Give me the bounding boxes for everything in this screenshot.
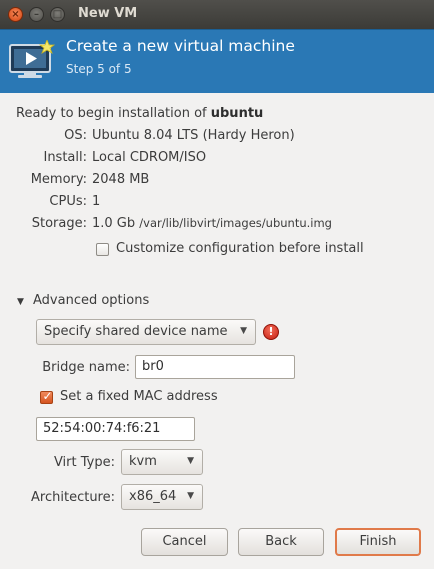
os-label: OS: xyxy=(64,128,87,143)
storage-size: 1.0 Gb xyxy=(92,216,136,231)
close-icon: × xyxy=(11,9,20,20)
memory-label: Memory: xyxy=(30,172,87,187)
os-value: Ubuntu 8.04 LTS (Hardy Heron) xyxy=(92,128,295,143)
chevron-down-icon: ▼ xyxy=(187,491,194,501)
virt-type-select[interactable]: kvm ▼ xyxy=(121,449,203,475)
customize-label[interactable]: Customize configuration before install xyxy=(116,241,364,256)
cancel-button[interactable]: Cancel xyxy=(141,528,228,556)
window-title: New VM xyxy=(78,6,138,21)
network-source-select[interactable]: Specify shared device name ▼ xyxy=(36,319,256,345)
vm-name: ubuntu xyxy=(210,106,264,121)
install-value: Local CDROM/ISO xyxy=(92,150,207,165)
storage-path: /var/lib/libvirt/images/ubuntu.img xyxy=(139,216,332,230)
chevron-down-icon: ▼ xyxy=(240,326,247,336)
customize-checkbox[interactable] xyxy=(96,243,109,256)
back-button[interactable]: Back xyxy=(238,528,324,556)
architecture-label: Architecture: xyxy=(31,490,115,505)
install-label: Install: xyxy=(43,150,87,165)
error-icon: ! xyxy=(263,324,279,340)
architecture-value: x86_64 xyxy=(129,489,177,504)
storage-label: Storage: xyxy=(31,216,87,231)
minimize-icon: – xyxy=(34,9,39,20)
fixed-mac-checkbox[interactable]: ✓ xyxy=(40,389,53,404)
wizard-header: Create a new virtual machine Step 5 of 5 xyxy=(0,29,434,93)
mac-address-input[interactable]: 52:54:00:74:f6:21 xyxy=(36,417,195,441)
wizard-title: Create a new virtual machine xyxy=(66,37,295,55)
maximize-window-button[interactable]: □ xyxy=(50,7,65,22)
title-bar: × – □ New VM xyxy=(0,0,434,29)
mac-address-value: 52:54:00:74:f6:21 xyxy=(43,421,161,436)
bridge-name-label: Bridge name: xyxy=(42,360,130,375)
cpus-value: 1 xyxy=(92,194,101,209)
network-source-value: Specify shared device name xyxy=(44,324,228,339)
finish-button[interactable]: Finish xyxy=(335,528,421,556)
maximize-icon: □ xyxy=(52,9,63,20)
chevron-down-icon: ▼ xyxy=(187,456,194,466)
summary-heading: Ready to begin installation of ubuntu xyxy=(16,106,263,121)
memory-value: 2048 MB xyxy=(92,172,150,187)
architecture-select[interactable]: x86_64 ▼ xyxy=(121,484,203,510)
bridge-name-value: br0 xyxy=(142,359,164,374)
monitor-icon xyxy=(9,40,55,78)
checkmark-icon: ✓ xyxy=(42,389,53,403)
expander-arrow-icon[interactable]: ▼ xyxy=(17,297,24,307)
bridge-name-input[interactable]: br0 xyxy=(135,355,295,379)
virt-type-value: kvm xyxy=(129,454,157,469)
advanced-options-expander[interactable]: Advanced options xyxy=(33,293,149,308)
fixed-mac-label[interactable]: Set a fixed MAC address xyxy=(60,389,218,404)
summary-intro: Ready to begin installation of xyxy=(16,106,207,121)
virt-type-label: Virt Type: xyxy=(53,455,115,470)
wizard-step: Step 5 of 5 xyxy=(66,62,132,76)
minimize-window-button[interactable]: – xyxy=(29,7,44,22)
close-window-button[interactable]: × xyxy=(8,7,23,22)
cpus-label: CPUs: xyxy=(49,194,87,209)
storage-value: 1.0 Gb /var/lib/libvirt/images/ubuntu.im… xyxy=(92,216,332,231)
